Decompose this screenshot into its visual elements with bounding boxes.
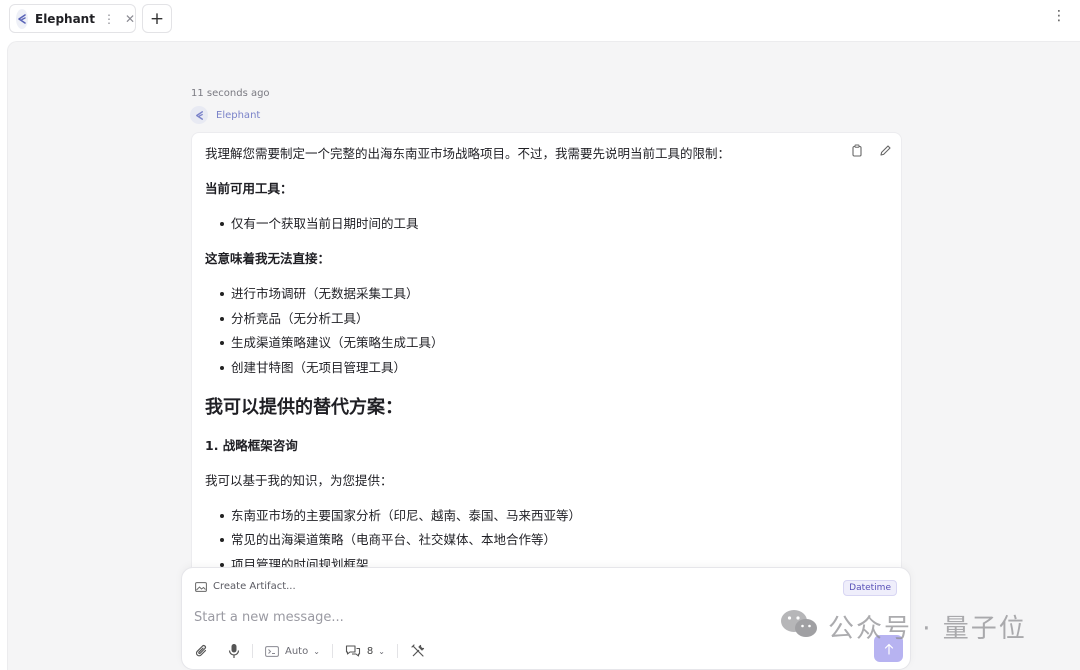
limitations-list: 进行市场调研（无数据采集工具） 分析竞品（无分析工具） 生成渠道策略建议（无策略… <box>205 285 901 377</box>
sender-name: Elephant <box>216 109 261 121</box>
section1-list: 东南亚市场的主要国家分析（印尼、越南、泰国、马来西亚等） 常见的出海渠道策略（电… <box>205 507 901 574</box>
chevron-down-icon: ⌄ <box>313 646 320 656</box>
copy-icon[interactable] <box>849 142 865 158</box>
image-icon <box>195 581 207 592</box>
elephant-logo-icon <box>16 8 28 29</box>
create-artifact-label: Create Artifact... <box>213 581 296 592</box>
tab-menu-icon[interactable]: ⋮ <box>103 12 115 26</box>
list-item: 仅有一个获取当前日期时间的工具 <box>205 215 901 233</box>
section1-heading: 1. 战略框架咨询 <box>205 437 298 453</box>
message-input[interactable] <box>194 610 794 625</box>
toolbar-divider <box>331 644 333 658</box>
list-item: 分析竞品（无分析工具） <box>205 310 901 328</box>
watermark: 公众号 · 量子位 <box>778 607 1027 645</box>
tools-icon[interactable] <box>410 643 426 659</box>
tab-elephant[interactable]: Elephant ⋮ ✕ <box>9 4 136 33</box>
attach-icon[interactable] <box>195 644 209 659</box>
mode-selector[interactable]: Auto ⌄ <box>265 646 320 657</box>
list-item: 生成渠道策略建议（无策略生成工具） <box>205 334 901 352</box>
datetime-tool-badge[interactable]: Datetime <box>843 580 897 596</box>
assistant-message: 我理解您需要制定一个完整的出海东南亚市场战略项目。不过，我需要先说明当前工具的限… <box>191 132 902 592</box>
mode-label: Auto <box>285 645 309 657</box>
chevron-down-icon: ⌄ <box>378 646 385 656</box>
list-item: 进行市场调研（无数据采集工具） <box>205 285 901 303</box>
message-timestamp: 11 seconds ago <box>191 88 270 99</box>
available-tools-heading: 当前可用工具： <box>205 181 293 196</box>
limitations-heading: 这意味着我无法直接： <box>205 251 331 266</box>
create-artifact-button[interactable]: Create Artifact... <box>195 581 296 592</box>
list-item: 常见的出海渠道策略（电商平台、社交媒体、本地合作等） <box>205 531 901 549</box>
message-sender: Elephant <box>190 106 260 124</box>
composer-toolbar: Auto ⌄ 8 ⌄ <box>195 641 426 661</box>
new-tab-button[interactable]: + <box>142 4 172 33</box>
toolbar-divider <box>397 644 398 658</box>
edit-icon[interactable] <box>877 142 893 158</box>
microphone-icon[interactable] <box>228 643 240 659</box>
watermark-text: 公众号 · 量子位 <box>828 613 1027 644</box>
message-intro: 我理解您需要制定一个完整的出海东南亚市场战略项目。不过，我需要先说明当前工具的限… <box>205 146 731 161</box>
toolbar-divider <box>252 644 253 658</box>
available-tools-list: 仅有一个获取当前日期时间的工具 <box>205 215 901 233</box>
section1-intro: 我可以基于我的知识，为您提供： <box>205 472 393 488</box>
message-actions <box>849 142 893 158</box>
list-item: 东南亚市场的主要国家分析（印尼、越南、泰国、马来西亚等） <box>205 507 901 525</box>
list-item: 创建甘特图（无项目管理工具） <box>205 359 901 377</box>
more-options-icon[interactable]: ⋮ <box>1052 8 1066 24</box>
tab-bar: Elephant ⋮ ✕ + ⋮ <box>0 0 1080 42</box>
elephant-avatar-icon <box>190 106 208 124</box>
wechat-icon <box>778 607 820 645</box>
context-selector[interactable]: 8 ⌄ <box>345 644 385 658</box>
context-count: 8 <box>366 645 374 657</box>
close-icon[interactable]: ✕ <box>125 12 135 26</box>
tab-title: Elephant <box>35 11 95 26</box>
alternatives-heading: 我可以提供的替代方案： <box>205 396 403 418</box>
